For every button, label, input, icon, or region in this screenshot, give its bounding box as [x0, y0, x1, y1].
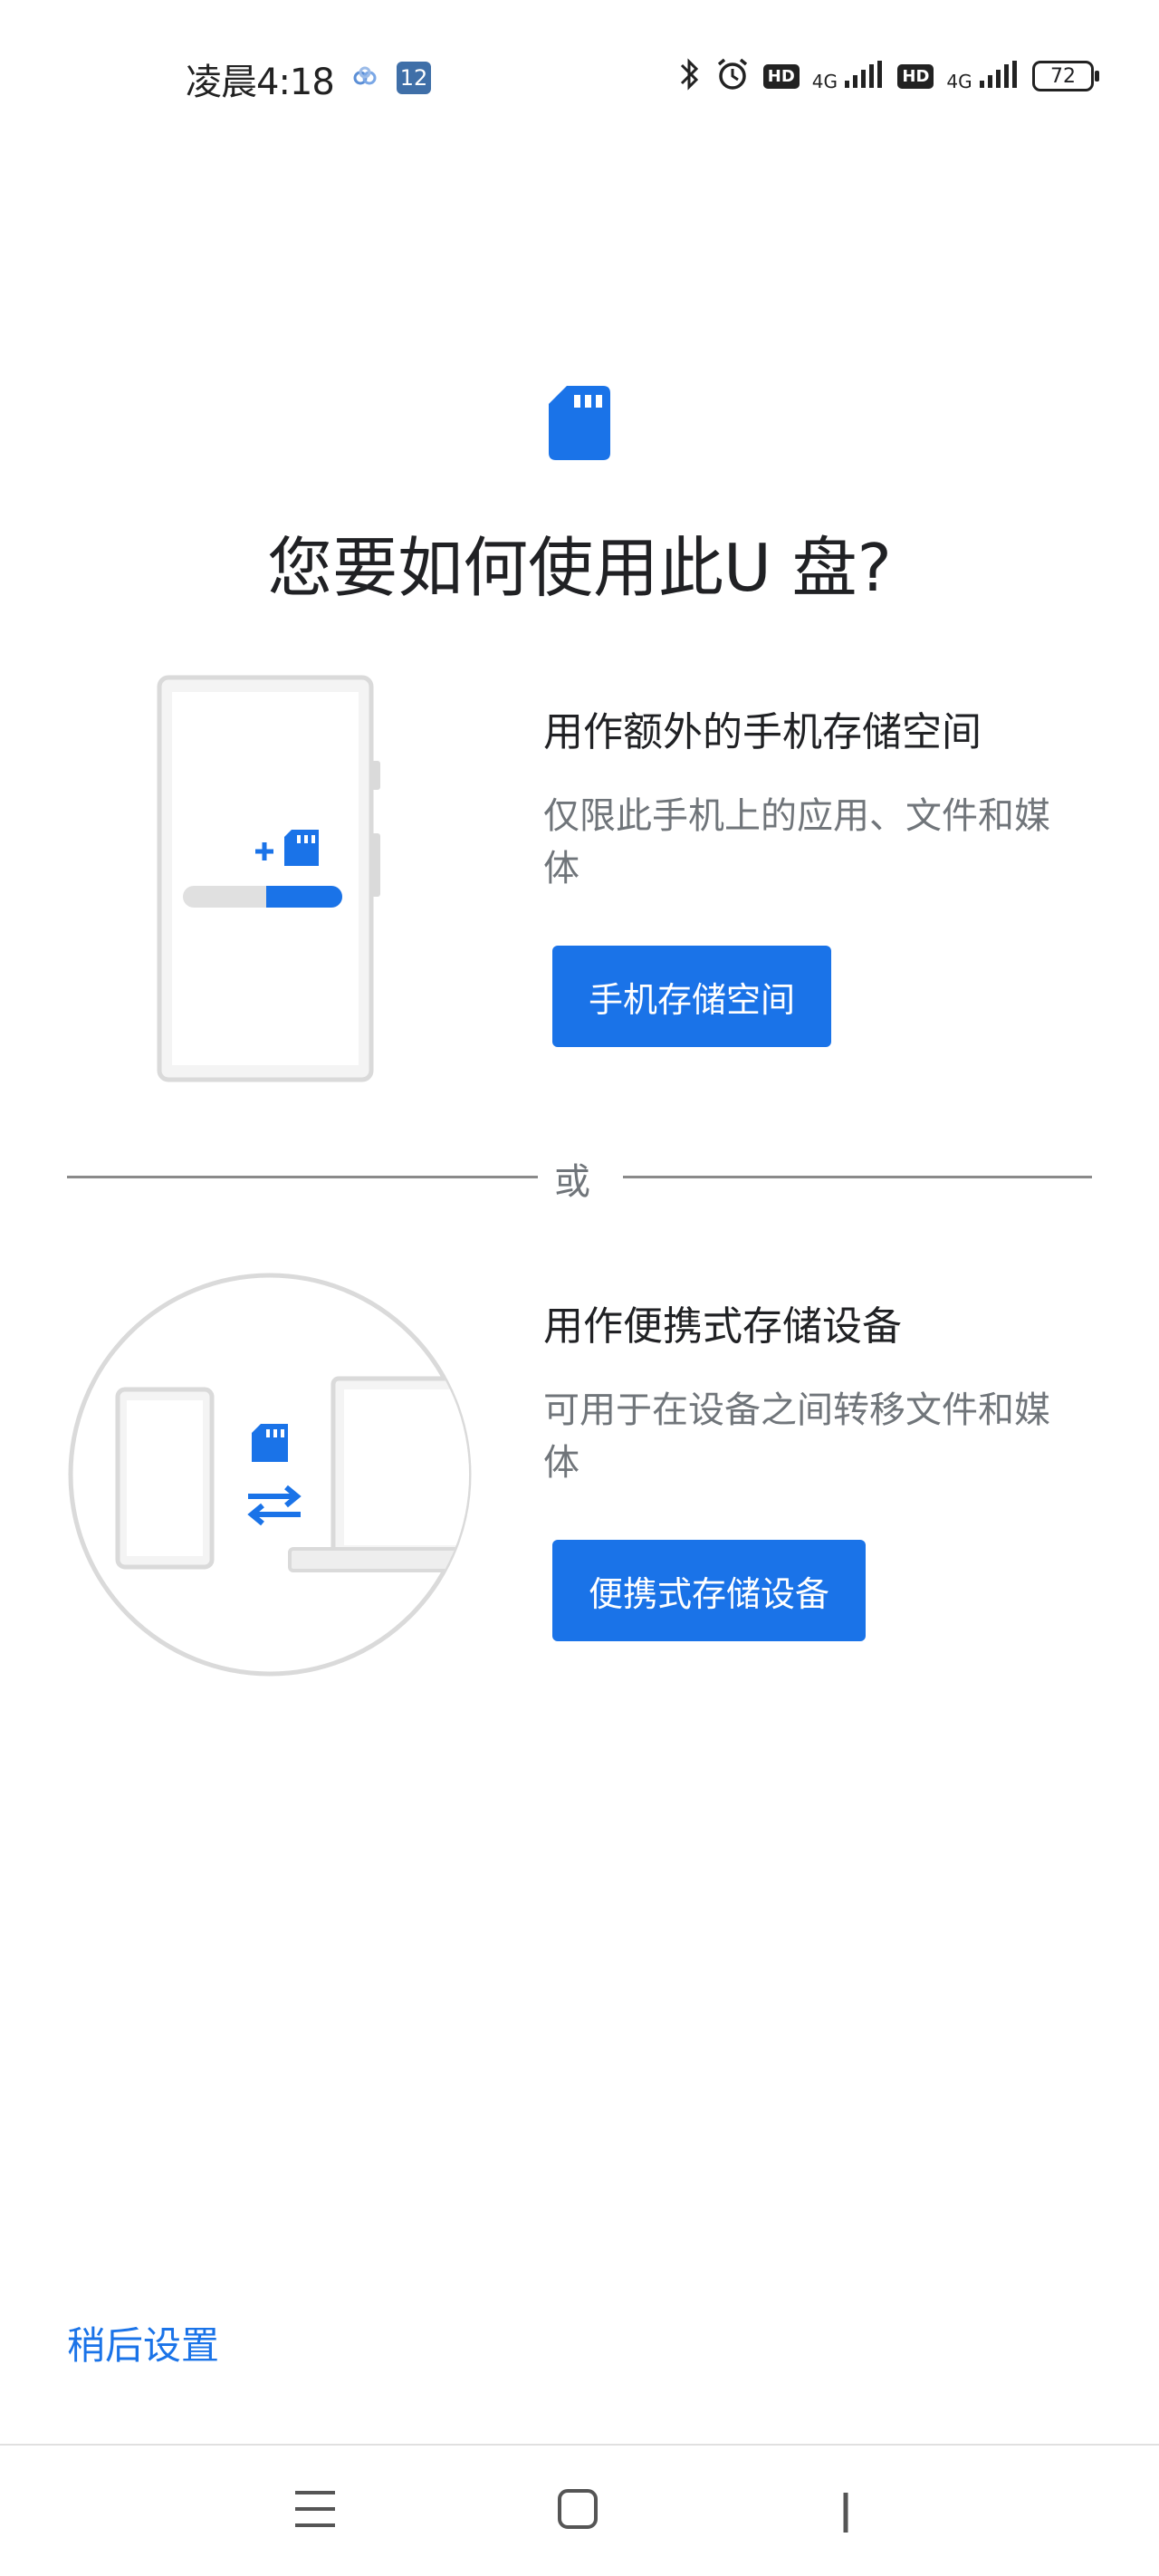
divider-right	[623, 1176, 1092, 1178]
battery-level: 72	[1050, 64, 1076, 88]
set-up-later-link[interactable]: 稍后设置	[67, 2315, 219, 2370]
hd-badge: HD	[897, 63, 934, 89]
status-time: 凌晨4:18	[186, 62, 335, 103]
option-internal-description: 仅限此手机上的应用、文件和媒体	[543, 795, 1050, 889]
option-portable-title: 用作便携式存储设备	[543, 1303, 902, 1350]
portable-storage-button[interactable]: 便携式存储设备	[552, 1540, 867, 1641]
menu-icon[interactable]	[293, 2489, 337, 2533]
cloud-app-icon	[351, 65, 378, 91]
network-type: 4G	[811, 70, 838, 92]
home-icon[interactable]	[556, 2487, 599, 2534]
notification-badge-count: 12	[399, 65, 428, 91]
signal-icon: 4G	[946, 60, 1020, 92]
portable-storage-illustration	[65, 1268, 478, 1685]
battery-icon: 72	[1032, 61, 1099, 91]
signal-icon: 4G	[811, 60, 886, 92]
or-label: 或	[554, 1161, 590, 1203]
sd-card-icon	[549, 386, 610, 464]
nav-bar-border	[0, 2444, 1159, 2446]
page-title: 您要如何使用此U 盘?	[267, 530, 892, 606]
back-icon[interactable]	[840, 2491, 851, 2538]
alarm-icon	[714, 56, 751, 96]
divider-left	[67, 1176, 538, 1178]
notification-badge: 12	[397, 62, 431, 94]
hd-badge: HD	[762, 63, 800, 89]
phone-storage-illustration	[156, 674, 391, 1087]
option-internal-title: 用作额外的手机存储空间	[543, 709, 982, 755]
bluetooth-icon	[678, 56, 702, 96]
phone-storage-button[interactable]: 手机存储空间	[552, 946, 832, 1047]
option-portable-description: 可用于在设备之间转移文件和媒体	[543, 1389, 1050, 1484]
status-icons: HD 4G HD 4G 72	[678, 56, 1099, 96]
network-type: 4G	[946, 70, 972, 92]
